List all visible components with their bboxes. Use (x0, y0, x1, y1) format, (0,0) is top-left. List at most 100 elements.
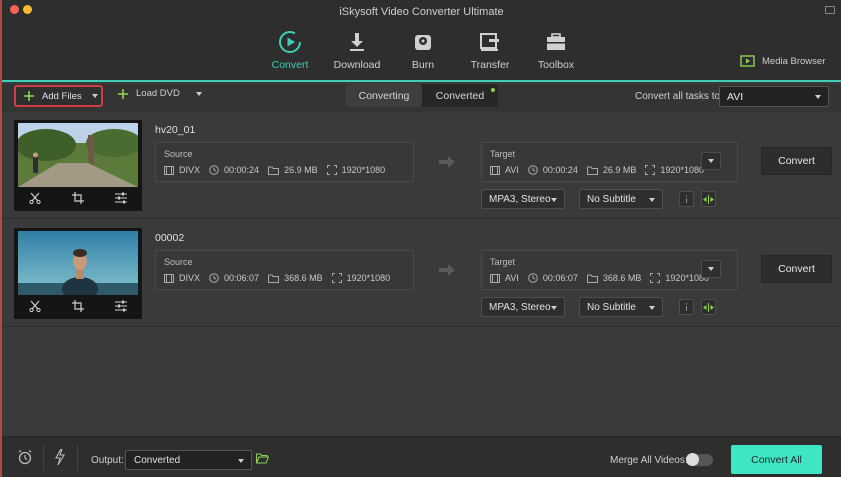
source-format: DIVX (179, 273, 201, 283)
crop-icon[interactable] (71, 300, 84, 312)
new-items-indicator (491, 88, 495, 92)
file-name: hv20_01 (155, 124, 196, 136)
subtitle-select[interactable]: No Subtitle (579, 297, 663, 317)
audio-track-select[interactable]: MPA3, Stereo (481, 189, 565, 209)
merge-all-videos-toggle[interactable] (686, 453, 713, 466)
divider (77, 445, 78, 471)
info-button[interactable] (679, 191, 694, 207)
chevron-down-icon (708, 267, 714, 271)
target-format: AVI (505, 273, 519, 283)
burn-icon (415, 35, 431, 50)
file-list-empty-area (2, 328, 841, 436)
source-size: 368.6 MB (284, 273, 323, 283)
audio-track-select[interactable]: MPA3, Stereo (481, 297, 565, 317)
target-info-box: Target AVI 00:00:24 26.9 MB 1920*1080 (481, 142, 738, 182)
convert-icon (279, 31, 301, 53)
clock-icon (528, 165, 538, 175)
open-folder-icon[interactable] (256, 453, 269, 464)
nav-convert[interactable]: Convert (260, 30, 320, 72)
target-resolution: 1920*1080 (660, 165, 704, 175)
compare-button[interactable] (701, 299, 716, 315)
source-duration: 00:00:24 (224, 165, 260, 175)
output-folder-select[interactable]: Converted (125, 450, 252, 470)
toggle-knob (686, 453, 699, 466)
folder-icon (268, 166, 280, 175)
convert-button[interactable]: Convert (761, 255, 832, 283)
feedback-icon[interactable] (825, 6, 835, 14)
source-format: DIVX (179, 165, 201, 175)
scissors-icon[interactable] (29, 300, 41, 312)
film-icon (164, 165, 174, 175)
nav-convert-label: Convert (271, 59, 309, 71)
chevron-down-icon (551, 306, 557, 310)
scissors-icon[interactable] (29, 192, 41, 204)
load-dvd-label: Load DVD (136, 88, 180, 99)
media-browser-button[interactable]: Media Browser (740, 55, 825, 67)
source-info-box: Source DIVX 00:00:24 26.9 MB 1920*1080 (155, 142, 414, 182)
toolbox-icon (547, 33, 565, 50)
audio-track-value: MPA3, Stereo (489, 301, 551, 313)
folder-icon (586, 166, 598, 175)
convert-all-format-select[interactable]: AVI (719, 86, 829, 107)
chevron-down-icon (708, 159, 714, 163)
nav-download[interactable]: Download (327, 30, 387, 72)
nav-burn[interactable]: Burn (393, 30, 453, 72)
target-duration: 00:06:07 (542, 273, 578, 283)
top-navigation-bar: iSkysoft Video Converter Ultimate Conver… (2, 0, 841, 82)
crop-icon[interactable] (71, 192, 84, 204)
chevron-down-icon (551, 198, 557, 202)
thumbnail-tools (14, 188, 142, 208)
effects-sliders-icon[interactable] (114, 300, 127, 312)
target-size: 26.9 MB (602, 165, 637, 175)
transfer-icon (480, 33, 499, 51)
load-dvd-dropdown-icon[interactable] (195, 91, 202, 96)
plus-icon (118, 88, 128, 99)
add-files-button[interactable]: Add Files (14, 85, 103, 107)
target-duration: 00:00:24 (542, 165, 578, 175)
clock-icon (528, 273, 538, 283)
add-files-dropdown-icon[interactable] (92, 94, 98, 98)
nav-toolbox[interactable]: Toolbox (526, 30, 586, 72)
video-preview-image (18, 231, 138, 295)
load-dvd-button[interactable]: Load DVD (118, 88, 202, 99)
source-label: Source (164, 257, 193, 267)
nav-transfer[interactable]: Transfer (460, 30, 520, 72)
convert-all-to-label: Convert all tasks to: (635, 91, 723, 102)
lightning-icon[interactable] (55, 449, 65, 465)
target-format: AVI (505, 165, 519, 175)
arrow-right-icon (439, 156, 455, 168)
chevron-down-icon (649, 306, 655, 310)
chevron-down-icon (649, 198, 655, 202)
split-compare-icon (703, 194, 714, 204)
source-label: Source (164, 149, 193, 159)
convert-button[interactable]: Convert (761, 147, 832, 175)
window-title: iSkysoft Video Converter Ultimate (339, 6, 504, 18)
split-compare-icon (703, 302, 714, 312)
subtitle-select[interactable]: No Subtitle (579, 189, 663, 209)
video-thumbnail[interactable] (14, 228, 142, 319)
target-format-dropdown[interactable] (701, 152, 721, 170)
audio-track-value: MPA3, Stereo (489, 193, 551, 205)
chevron-down-icon (238, 459, 244, 463)
tab-converted[interactable]: Converted (422, 84, 498, 107)
output-label: Output: (91, 455, 124, 466)
info-button[interactable] (679, 299, 694, 315)
effects-sliders-icon[interactable] (114, 192, 127, 204)
target-format-dropdown[interactable] (701, 260, 721, 278)
convert-all-button[interactable]: Convert All (731, 445, 822, 474)
source-info-box: Source DIVX 00:06:07 368.6 MB 1920*1080 (155, 250, 414, 290)
thumbnail-tools (14, 296, 142, 316)
film-icon (490, 165, 500, 175)
video-thumbnail[interactable] (14, 120, 142, 211)
clock-icon (209, 165, 219, 175)
target-size: 368.6 MB (602, 273, 642, 283)
plus-icon (24, 91, 34, 101)
target-info-box: Target AVI 00:06:07 368.6 MB 1920*1080 (481, 250, 738, 290)
alarm-clock-icon[interactable] (17, 449, 33, 465)
tab-converting[interactable]: Converting (346, 84, 422, 107)
folder-icon (586, 274, 598, 283)
subtitle-value: No Subtitle (587, 301, 636, 313)
file-row: hv20_01 Source DIVX 00:00:24 26.9 MB 192… (2, 112, 841, 219)
compare-button[interactable] (701, 191, 716, 207)
file-name: 00002 (155, 232, 185, 244)
